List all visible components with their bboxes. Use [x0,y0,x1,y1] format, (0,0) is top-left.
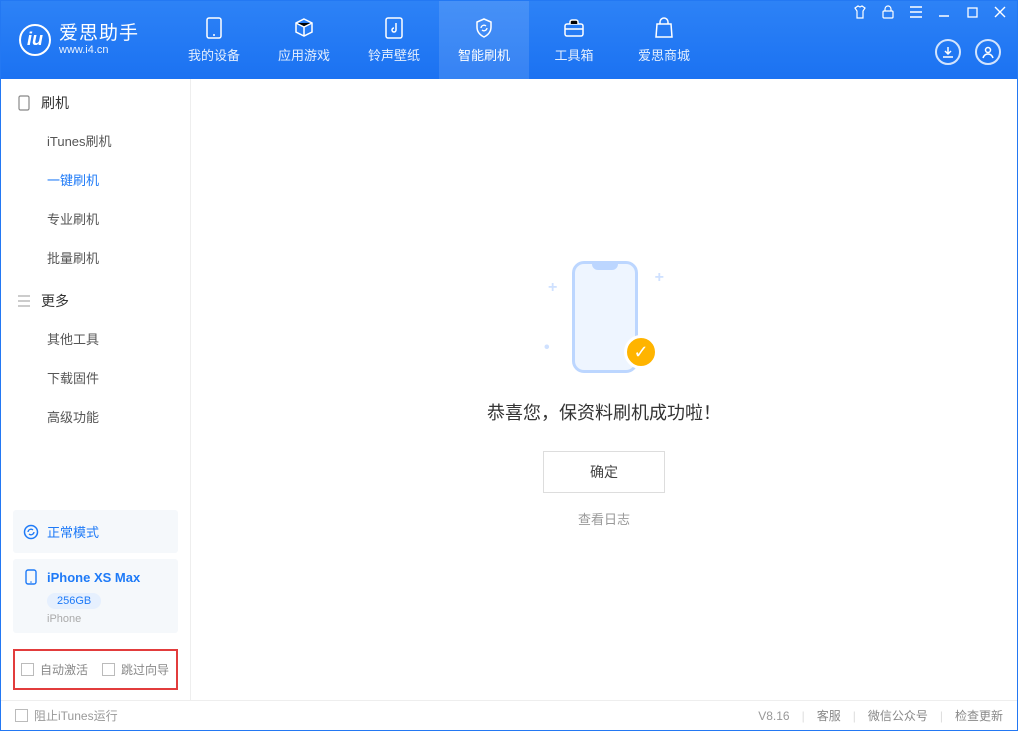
checkbox-auto-activate[interactable]: 自动激活 [21,661,88,678]
toolbox-icon [563,17,585,39]
sidebar-group-more: 更多 [1,277,190,319]
success-message: 恭喜您，保资料刷机成功啦！ [487,399,721,425]
nav-my-device[interactable]: 我的设备 [169,1,259,79]
device-icon [17,96,31,110]
nav-ringtones-wallpapers[interactable]: 铃声壁纸 [349,1,439,79]
nav-label: 智能刷机 [458,45,510,64]
checkbox-skip-guide[interactable]: 跳过向导 [102,661,169,678]
nav-toolbox[interactable]: 工具箱 [529,1,619,79]
logo: iu 爱思助手 www.i4.cn [19,24,139,57]
header-actions [935,39,1001,65]
check-badge-icon: ✓ [624,335,658,369]
sidebar-item-batch-flash[interactable]: 批量刷机 [1,238,190,277]
nav-label: 工具箱 [555,45,594,64]
checkbox-icon [21,663,34,676]
sparkle-icon: + [655,269,664,287]
nav-label: 爱思商城 [638,45,690,64]
body: 刷机 iTunes刷机 一键刷机 专业刷机 批量刷机 更多 其他工具 下载固件 … [1,79,1017,700]
device-name: iPhone XS Max [47,570,140,585]
cube-icon [293,17,315,39]
footer: 阻止iTunes运行 V8.16 | 客服 | 微信公众号 | 检查更新 [1,700,1017,730]
sidebar-item-other-tools[interactable]: 其他工具 [1,319,190,358]
nav-store[interactable]: 爱思商城 [619,1,709,79]
version-label: V8.16 [758,709,789,723]
lock-icon[interactable] [881,5,895,19]
footer-link-update[interactable]: 检查更新 [955,707,1003,724]
device-card[interactable]: iPhone XS Max 256GB iPhone [13,559,178,633]
success-illustration: + + • ✓ [544,251,664,381]
sidebar-item-onekey-flash[interactable]: 一键刷机 [1,160,190,199]
maximize-button[interactable] [965,5,979,19]
app-subtitle: www.i4.cn [59,44,139,56]
app-window: iu 爱思助手 www.i4.cn 我的设备 应用游戏 铃声壁纸 智能刷机 [0,0,1018,731]
shirt-icon[interactable] [853,5,867,19]
device-storage-badge: 256GB [47,593,101,609]
checkbox-block-itunes[interactable]: 阻止iTunes运行 [15,707,118,724]
sidebar-item-advanced[interactable]: 高级功能 [1,397,190,436]
bag-icon [653,17,675,39]
music-file-icon [383,17,405,39]
window-controls [853,5,1007,19]
app-title: 爱思助手 [59,24,139,45]
mode-label: 正常模式 [47,522,99,541]
sidebar-item-download-firmware[interactable]: 下载固件 [1,358,190,397]
nav-label: 我的设备 [188,45,240,64]
phone-icon [23,569,39,585]
highlighted-options: 自动激活 跳过向导 [13,649,178,690]
sidebar-item-pro-flash[interactable]: 专业刷机 [1,199,190,238]
main-content: + + • ✓ 恭喜您，保资料刷机成功啦！ 确定 查看日志 [191,79,1017,700]
header: iu 爱思助手 www.i4.cn 我的设备 应用游戏 铃声壁纸 智能刷机 [1,1,1017,79]
minimize-button[interactable] [937,5,951,19]
menu-icon[interactable] [909,5,923,19]
footer-link-wechat[interactable]: 微信公众号 [868,707,928,724]
download-button[interactable] [935,39,961,65]
sidebar: 刷机 iTunes刷机 一键刷机 专业刷机 批量刷机 更多 其他工具 下载固件 … [1,79,191,700]
footer-link-service[interactable]: 客服 [817,707,841,724]
logo-icon: iu [19,24,51,56]
view-log-link[interactable]: 查看日志 [578,509,630,528]
checkbox-icon [102,663,115,676]
user-button[interactable] [975,39,1001,65]
nav-smart-flash[interactable]: 智能刷机 [439,1,529,79]
ok-button[interactable]: 确定 [543,451,665,493]
nav-apps-games[interactable]: 应用游戏 [259,1,349,79]
top-nav: 我的设备 应用游戏 铃声壁纸 智能刷机 工具箱 爱思商城 [169,1,709,79]
nav-label: 铃声壁纸 [368,45,420,64]
checkbox-icon [15,709,28,722]
nav-label: 应用游戏 [278,45,330,64]
sparkle-icon: + [548,279,557,297]
mode-card[interactable]: 正常模式 [13,510,178,553]
sparkle-icon: • [544,339,550,357]
sidebar-group-flash: 刷机 [1,79,190,121]
mode-icon [23,524,39,540]
phone-icon [203,17,225,39]
close-button[interactable] [993,5,1007,19]
menu-lines-icon [17,294,31,308]
device-type: iPhone [47,613,168,625]
refresh-shield-icon [473,17,495,39]
sidebar-item-itunes-flash[interactable]: iTunes刷机 [1,121,190,160]
